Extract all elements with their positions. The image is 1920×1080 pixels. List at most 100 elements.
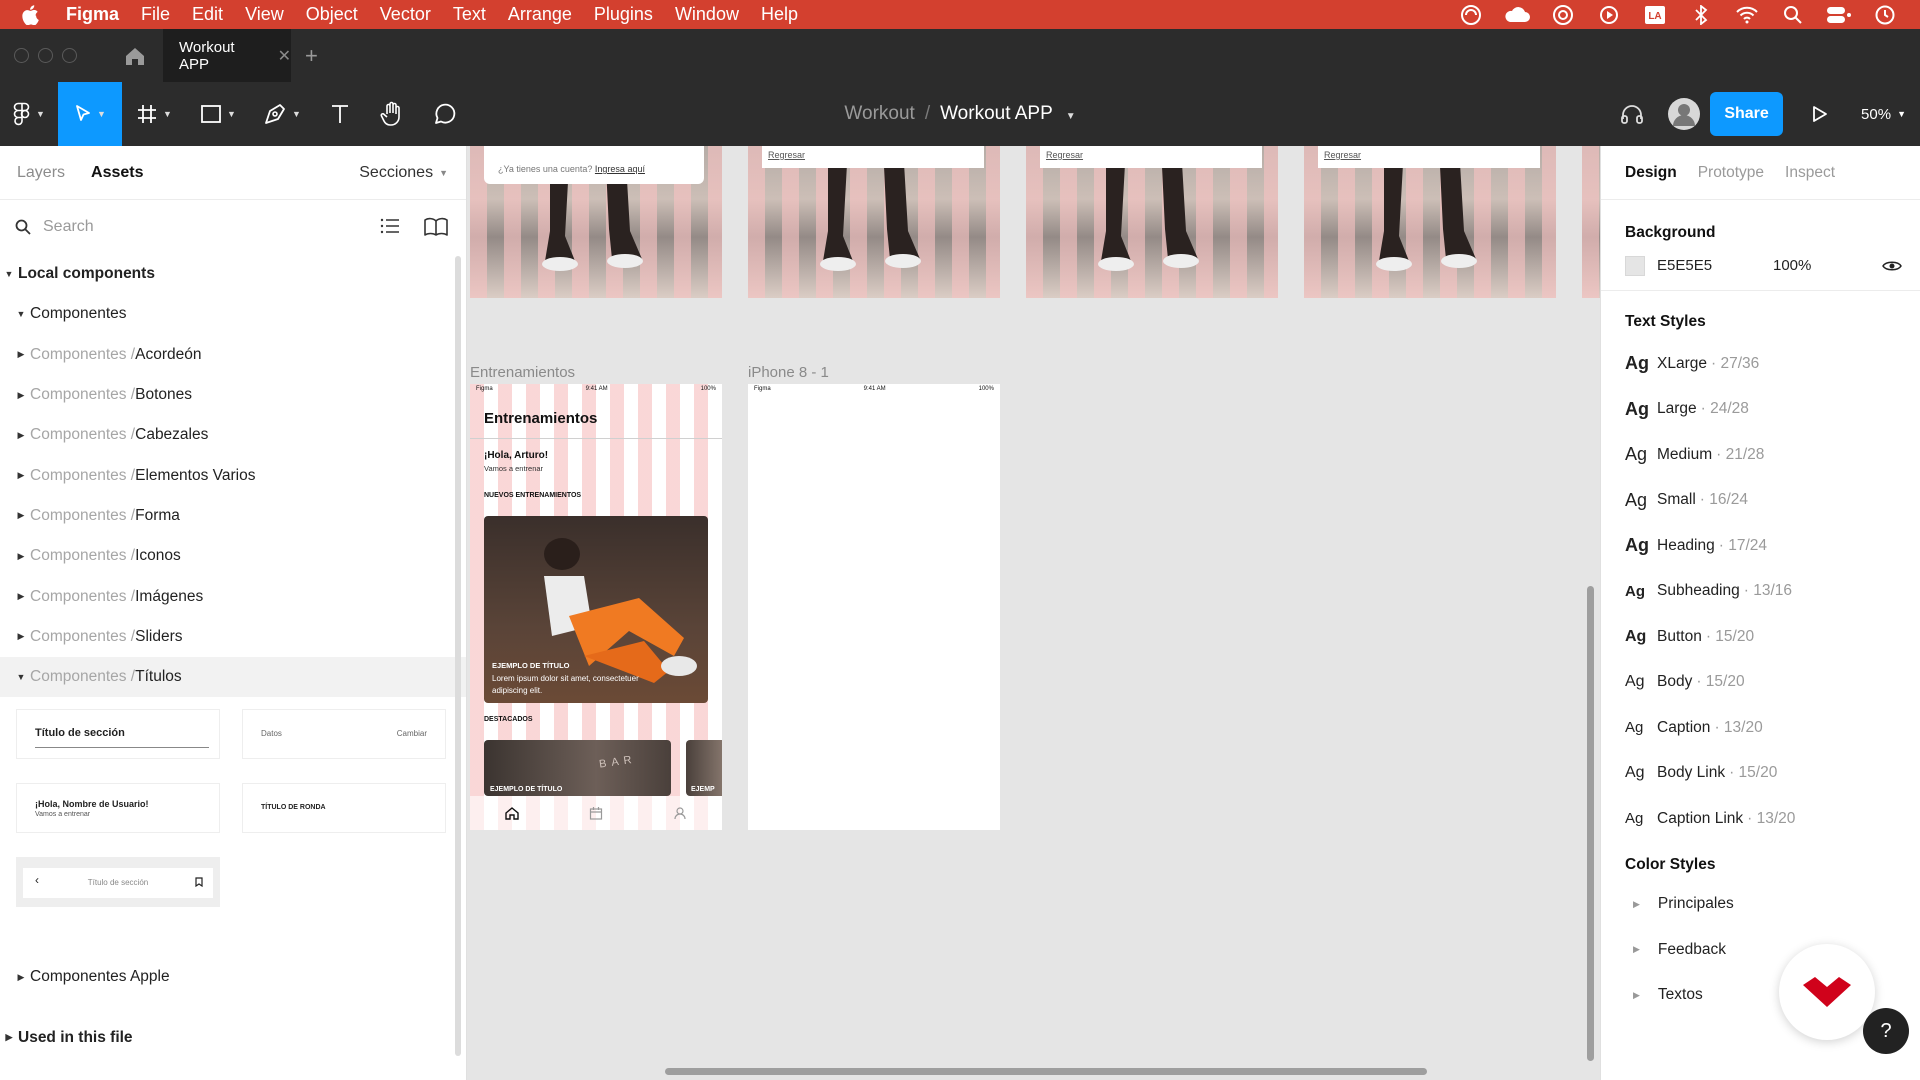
eye-icon[interactable] xyxy=(1882,259,1902,273)
text-style-heading[interactable]: Ag Heading · 17/24 xyxy=(1601,523,1920,569)
library-book-icon[interactable] xyxy=(424,217,448,237)
menu-vector[interactable]: Vector xyxy=(369,0,442,29)
text-tool-button[interactable] xyxy=(314,82,366,146)
design-canvas[interactable]: ¿Ya tienes una cuenta? Ingresa aquí Regr… xyxy=(467,146,1600,1080)
text-style-button[interactable]: Ag Button · 15/20 xyxy=(1601,614,1920,660)
bluetooth-icon[interactable] xyxy=(1678,4,1724,25)
background-opacity[interactable]: 100% xyxy=(1773,257,1811,274)
component-group-sliders[interactable]: ▶ Componentes / Sliders xyxy=(0,617,466,657)
tab-prototype[interactable]: Prototype xyxy=(1698,164,1764,182)
menu-file[interactable]: File xyxy=(130,0,181,29)
file-tab[interactable]: Workout APP ✕ xyxy=(163,29,291,82)
home-icon[interactable] xyxy=(119,46,151,66)
frame-tool-button[interactable]: ▼ xyxy=(122,82,186,146)
frame-preview-2[interactable]: Regresar xyxy=(748,146,1000,298)
text-style-xlarge[interactable]: Ag XLarge · 27/36 xyxy=(1601,341,1920,387)
zoom-window-button[interactable] xyxy=(62,48,77,63)
frame-label-entrenamientos[interactable]: Entrenamientos xyxy=(470,364,575,381)
time-machine-icon[interactable] xyxy=(1862,4,1908,26)
frame-preview-3[interactable]: Regresar xyxy=(1026,146,1278,298)
frame-signup-preview[interactable]: ¿Ya tienes una cuenta? Ingresa aquí xyxy=(470,146,722,298)
wifi-icon[interactable] xyxy=(1724,6,1770,24)
color-style-feedback[interactable]: ▶ Feedback xyxy=(1601,927,1920,973)
local-components-header[interactable]: ▼ Local components xyxy=(0,254,466,294)
shape-tool-button[interactable]: ▼ xyxy=(186,82,250,146)
back-link[interactable]: Regresar xyxy=(1318,146,1540,168)
hand-tool-button[interactable] xyxy=(366,82,418,146)
text-style-medium[interactable]: Ag Medium · 21/28 xyxy=(1601,432,1920,478)
login-link[interactable]: Ingresa aquí xyxy=(595,164,645,174)
search-icon[interactable] xyxy=(1770,5,1816,25)
workout-card[interactable]: EJEMPLO DE TÍTULO Lorem ipsum dolor sit … xyxy=(484,516,708,703)
component-group-cabezales[interactable]: ▶ Componentes / Cabezales xyxy=(0,415,466,455)
cloud-icon[interactable] xyxy=(1494,6,1540,24)
text-style-large[interactable]: Ag Large · 24/28 xyxy=(1601,387,1920,433)
pen-tool-button[interactable]: ▼ xyxy=(250,82,314,146)
menu-text[interactable]: Text xyxy=(442,0,497,29)
component-group-acordeon[interactable]: ▶ Componentes / Acordeón xyxy=(0,335,466,375)
menu-edit[interactable]: Edit xyxy=(181,0,234,29)
breadcrumb-project[interactable]: Workout xyxy=(844,103,914,124)
text-style-small[interactable]: Ag Small · 16/24 xyxy=(1601,478,1920,524)
component-group-apple[interactable]: ▶ Componentes Apple xyxy=(0,957,466,997)
background-hex[interactable]: E5E5E5 xyxy=(1657,257,1773,274)
color-style-principales[interactable]: ▶ Principales xyxy=(1601,882,1920,928)
menu-plugins[interactable]: Plugins xyxy=(583,0,664,29)
thumb-datos[interactable]: Datos Cambiar xyxy=(242,709,446,760)
present-play-icon[interactable] xyxy=(1789,105,1851,123)
canvas-horizontal-scrollbar[interactable] xyxy=(665,1068,1427,1075)
sections-dropdown[interactable]: Secciones ▼ xyxy=(359,164,448,182)
list-view-icon[interactable] xyxy=(380,217,400,235)
headphones-icon[interactable] xyxy=(1606,103,1658,125)
menu-figma[interactable]: Figma xyxy=(60,0,130,29)
tab-assets[interactable]: Assets xyxy=(91,164,143,182)
avatar[interactable] xyxy=(1658,98,1710,130)
control-center-icon[interactable] xyxy=(1816,6,1862,24)
thumb-nav-title[interactable]: ‹ Título de sección xyxy=(16,857,220,908)
close-tab-icon[interactable]: ✕ xyxy=(278,46,291,66)
featured-card-2[interactable]: EJEMP xyxy=(686,740,722,796)
menu-object[interactable]: Object xyxy=(295,0,369,29)
text-style-subheading[interactable]: Ag Subheading · 13/16 xyxy=(1601,569,1920,615)
chevron-down-icon[interactable]: ▼ xyxy=(1066,111,1076,122)
group-componentes[interactable]: ▼ Componentes xyxy=(0,294,466,334)
apple-icon[interactable] xyxy=(0,4,60,25)
component-group-titulos[interactable]: ▼ Componentes / Títulos xyxy=(0,656,466,698)
menu-window[interactable]: Window xyxy=(664,0,750,29)
menu-view[interactable]: View xyxy=(234,0,295,29)
used-in-file-header[interactable]: ▶ Used in this file xyxy=(0,1018,466,1058)
back-link[interactable]: Regresar xyxy=(762,146,984,168)
text-style-caption-link[interactable]: Ag Caption Link · 13/20 xyxy=(1601,796,1920,842)
creative-cloud-icon[interactable] xyxy=(1448,4,1494,26)
thumb-hola[interactable]: ¡Hola, Nombre de Usuario! Vamos a entren… xyxy=(16,783,220,834)
move-tool-button[interactable]: ▼ xyxy=(58,82,122,146)
left-panel-scrollbar[interactable] xyxy=(455,256,461,1056)
component-group-botones[interactable]: ▶ Componentes / Botones xyxy=(0,375,466,415)
menu-arrange[interactable]: Arrange xyxy=(497,0,583,29)
text-style-body-link[interactable]: Ag Body Link · 15/20 xyxy=(1601,751,1920,797)
profile-icon[interactable] xyxy=(673,806,687,820)
breadcrumb-file[interactable]: Workout APP xyxy=(940,103,1052,124)
component-group-forma[interactable]: ▶ Componentes / Forma xyxy=(0,496,466,536)
network-icon[interactable] xyxy=(1540,4,1586,26)
thumb-section-title[interactable]: Título de sección xyxy=(16,709,220,760)
minimize-window-button[interactable] xyxy=(38,48,53,63)
zoom-dropdown[interactable]: 50% ▼ xyxy=(1861,106,1906,123)
main-menu-button[interactable]: ▼ xyxy=(0,82,58,146)
component-group-elementos-varios[interactable]: ▶ Componentes / Elementos Varios xyxy=(0,455,466,495)
background-swatch[interactable] xyxy=(1625,255,1645,276)
thumb-ronda[interactable]: TÍTULO DE RONDA xyxy=(242,783,446,834)
featured-card[interactable]: BAR EJEMPLO DE TÍTULO xyxy=(484,740,671,796)
tab-inspect[interactable]: Inspect xyxy=(1785,164,1835,182)
frame-preview-5[interactable] xyxy=(1582,146,1600,298)
help-button[interactable]: ? xyxy=(1863,1008,1909,1054)
frame-label-iphone[interactable]: iPhone 8 - 1 xyxy=(748,364,829,381)
asset-search[interactable]: Search xyxy=(0,200,466,254)
calendar-icon[interactable] xyxy=(589,806,603,820)
frame-iphone-8-1[interactable]: Figma 9:41 AM 100% xyxy=(748,384,1000,830)
la-icon[interactable]: LA xyxy=(1632,5,1678,25)
text-style-caption[interactable]: Ag Caption · 13/20 xyxy=(1601,705,1920,751)
share-button[interactable]: Share xyxy=(1710,92,1784,136)
back-link[interactable]: Regresar xyxy=(1040,146,1262,168)
component-group-imagenes[interactable]: ▶ Componentes / Imágenes xyxy=(0,576,466,616)
